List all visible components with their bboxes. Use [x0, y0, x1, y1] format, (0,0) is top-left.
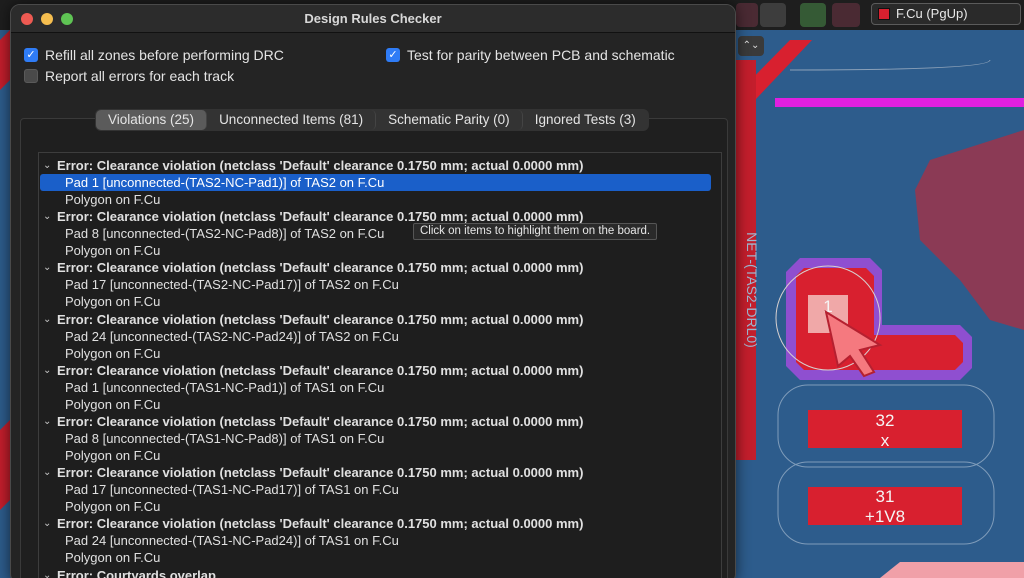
violation-title: Error: Clearance violation (netclass 'De…: [57, 414, 584, 429]
violation-item-label: Pad 8 [unconnected-(TAS2-NC-Pad8)] of TA…: [65, 226, 385, 242]
chevron-down-icon[interactable]: ⌄: [43, 157, 53, 174]
chevron-down-icon[interactable]: ⌄: [43, 362, 53, 379]
violation-item-label: Pad 8 [unconnected-(TAS1-NC-Pad8)] of TA…: [65, 431, 385, 446]
violation-item[interactable]: Polygon on F.Cu: [39, 293, 721, 310]
refill-zones-label: Refill all zones before performing DRC: [45, 47, 284, 63]
pad-32-number: 32: [876, 411, 895, 430]
test-parity-label: Test for parity between PCB and schemati…: [407, 47, 675, 63]
chevron-down-icon[interactable]: ⌄: [43, 208, 53, 225]
violation-item-label: Polygon on F.Cu: [65, 192, 161, 207]
refill-zones-checkbox[interactable]: ✓ Refill all zones before performing DRC: [24, 47, 284, 63]
violation-row[interactable]: ⌄ Error: Clearance violation (netclass 'D…: [39, 311, 721, 328]
violation-item-label: Pad 24 [unconnected-(TAS2-NC-Pad24)] of …: [65, 328, 399, 344]
pad-32-net: x: [881, 431, 890, 450]
violation-item-label: Pad 17 [unconnected-(TAS2-NC-Pad17)] of …: [65, 277, 399, 293]
tab-violations[interactable]: Violations (25): [96, 110, 208, 130]
violation-item[interactable]: Polygon on F.Cu: [39, 242, 721, 259]
toolbar-library-icon[interactable]: [760, 3, 786, 27]
tab-schematic-parity[interactable]: Schematic Parity (0): [376, 110, 523, 130]
layer-selector[interactable]: F.Cu (PgUp): [871, 3, 1021, 25]
tab-ignored-tests[interactable]: Ignored Tests (3): [523, 110, 648, 130]
chevron-down-icon[interactable]: ⌄: [43, 413, 53, 430]
violation-row[interactable]: ⌄ Error: Clearance violation (netclass 'D…: [39, 259, 721, 276]
violation-item-label: Polygon on F.Cu: [65, 448, 161, 463]
violation-item[interactable]: Polygon on F.Cu: [39, 447, 721, 464]
violation-title: Error: Clearance violation (netclass 'De…: [57, 465, 584, 481]
tab-unconnected-items[interactable]: Unconnected Items (81): [207, 110, 377, 130]
results-tabs: Violations (25) Unconnected Items (81) S…: [95, 109, 649, 131]
violation-item[interactable]: Polygon on F.Cu: [39, 498, 721, 515]
violation-row[interactable]: ⌄ Error: Clearance violation (netclass 'D…: [39, 413, 721, 430]
chevron-updown-icon[interactable]: ⌃⌄: [738, 36, 764, 56]
violation-row[interactable]: ⌄ Error: Courtyards overlap: [39, 567, 721, 578]
dialog-titlebar: Design Rules Checker: [11, 5, 735, 33]
trace: [0, 420, 10, 510]
violation-item-label: Polygon on F.Cu: [65, 294, 161, 310]
violation-item-label: Polygon on F.Cu: [65, 243, 161, 259]
violation-title: Error: Clearance violation (netclass 'De…: [57, 516, 584, 532]
chevron-down-icon[interactable]: ⌄: [43, 464, 53, 481]
checkbox-checked-icon[interactable]: ✓: [24, 48, 38, 62]
violation-item-label: Pad 17 [unconnected-(TAS1-NC-Pad17)] of …: [65, 482, 399, 498]
chevron-down-icon[interactable]: ⌄: [43, 311, 53, 328]
violations-list[interactable]: ⌄ Error: Clearance violation (netclass 'D…: [38, 152, 722, 578]
checkbox-unchecked-icon[interactable]: [24, 69, 38, 83]
violation-item-label: Pad 1 [unconnected-(TAS1-NC-Pad1)] of TA…: [65, 379, 385, 395]
violation-item[interactable]: Polygon on F.Cu: [39, 345, 721, 362]
toolbar-tool-icon[interactable]: [736, 3, 758, 27]
violation-item[interactable]: Polygon on F.Cu: [39, 549, 721, 566]
violation-row[interactable]: ⌄ Error: Clearance violation (netclass 'D…: [39, 362, 721, 379]
copper-zone: [880, 562, 1024, 578]
layer-selector-label: F.Cu (PgUp): [896, 6, 968, 21]
violation-item[interactable]: Pad 24 [unconnected-(TAS1-NC-Pad24)] of …: [39, 532, 721, 549]
toolbar-netlist-icon[interactable]: [800, 3, 826, 27]
net-label: NET-(TAS2-DRL0): [744, 232, 760, 348]
violation-item-label: Polygon on F.Cu: [65, 396, 161, 412]
violation-item-label: Pad 24 [unconnected-(TAS1-NC-Pad24)] of …: [65, 533, 399, 549]
chevron-down-icon[interactable]: ⌄: [43, 567, 53, 578]
layer-color-swatch: [878, 8, 890, 20]
violation-item-label: Polygon on F.Cu: [65, 345, 161, 361]
test-parity-checkbox[interactable]: ✓ Test for parity between PCB and schema…: [386, 47, 675, 63]
report-all-errors-label: Report all errors for each track: [45, 68, 235, 84]
violation-item[interactable]: Polygon on F.Cu: [39, 191, 721, 208]
violation-item[interactable]: Pad 1 [unconnected-(TAS1-NC-Pad1)] of TA…: [39, 379, 721, 396]
violation-title: Error: Clearance violation (netclass 'De…: [57, 311, 584, 327]
violation-item[interactable]: Pad 1 [unconnected-(TAS2-NC-Pad1)] of TA…: [39, 174, 721, 191]
board-edge-line: [775, 98, 1024, 107]
pad-31-net: +1V8: [865, 507, 905, 526]
violation-item[interactable]: Pad 24 [unconnected-(TAS2-NC-Pad24)] of …: [39, 328, 721, 345]
violation-title: Error: Courtyards overlap: [57, 567, 216, 578]
violation-row[interactable]: ⌄ Error: Clearance violation (netclass 'D…: [39, 515, 721, 532]
drc-dialog: Design Rules Checker ✓ Refill all zones …: [10, 4, 736, 578]
violation-item-label: Polygon on F.Cu: [65, 550, 161, 566]
drc-icon[interactable]: [832, 3, 860, 27]
chevron-down-icon[interactable]: ⌄: [43, 515, 53, 532]
violation-title: Error: Clearance violation (netclass 'De…: [57, 158, 584, 173]
tooltip: Click on items to highlight them on the …: [413, 223, 658, 240]
violation-row[interactable]: ⌄ Error: Clearance violation (netclass 'D…: [39, 464, 721, 481]
violation-row[interactable]: ⌄ Error: Clearance violation (netclass 'D…: [39, 157, 721, 174]
violation-item[interactable]: Pad 17 [unconnected-(TAS1-NC-Pad17)] of …: [39, 481, 721, 498]
pad-31-number: 31: [876, 487, 895, 506]
violation-item[interactable]: Pad 8 [unconnected-(TAS1-NC-Pad8)] of TA…: [39, 430, 721, 447]
violation-item-label: Polygon on F.Cu: [65, 499, 161, 515]
violation-title: Error: Clearance violation (netclass 'De…: [57, 362, 584, 378]
checkbox-checked-icon[interactable]: ✓: [386, 48, 400, 62]
violation-item-label: Pad 1 [unconnected-(TAS2-NC-Pad1)] of TA…: [65, 175, 385, 190]
dialog-title: Design Rules Checker: [304, 11, 442, 26]
violation-item[interactable]: Polygon on F.Cu: [39, 396, 721, 413]
trace: [0, 30, 10, 90]
report-all-errors-checkbox[interactable]: Report all errors for each track: [24, 68, 234, 84]
violation-title: Error: Clearance violation (netclass 'De…: [57, 260, 584, 276]
violation-item[interactable]: Pad 17 [unconnected-(TAS2-NC-Pad17)] of …: [39, 276, 721, 293]
chevron-down-icon[interactable]: ⌄: [43, 259, 53, 276]
